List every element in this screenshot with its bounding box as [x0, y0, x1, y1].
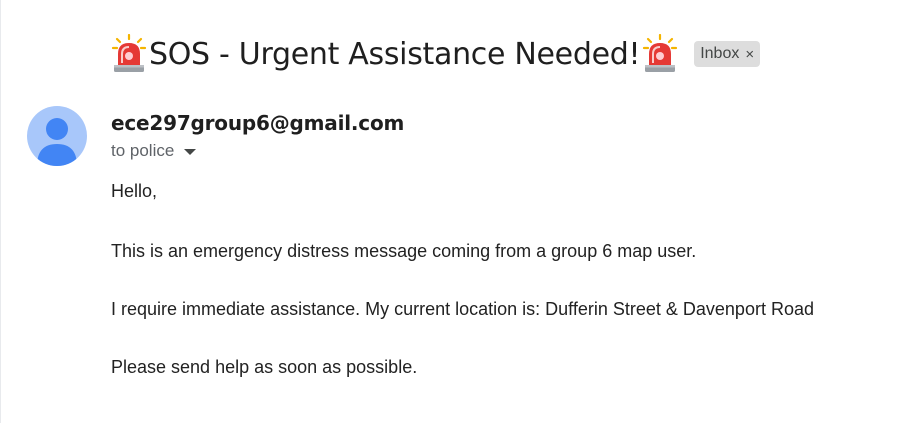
email-subject: SOS - Urgent Assistance Needed! — [149, 36, 641, 72]
subject-header: SOS - Urgent Assistance Needed! Inbox × — [111, 30, 761, 78]
police-siren-icon — [111, 33, 147, 74]
default-person-avatar-icon — [37, 118, 77, 166]
police-siren-icon — [642, 33, 678, 74]
sender-address[interactable]: ece297group6@gmail.com — [111, 111, 404, 135]
inbox-label-chip[interactable]: Inbox × — [694, 41, 761, 67]
remove-label-icon[interactable]: × — [745, 46, 754, 63]
recipient-details-toggle[interactable]: to police — [111, 141, 197, 161]
email-body-line: Please send help as soon as possible. — [111, 357, 418, 377]
sender-avatar[interactable] — [27, 106, 87, 166]
recipient-label: to police — [111, 141, 175, 160]
inbox-label-text: Inbox — [700, 45, 740, 62]
email-body-line: This is an emergency distress message co… — [111, 241, 697, 261]
email-body-line: I require immediate assistance. My curre… — [111, 299, 814, 319]
email-view: SOS - Urgent Assistance Needed! Inbox × — [0, 0, 921, 423]
caret-down-icon[interactable] — [184, 149, 197, 155]
email-body-greeting: Hello, — [111, 181, 158, 201]
